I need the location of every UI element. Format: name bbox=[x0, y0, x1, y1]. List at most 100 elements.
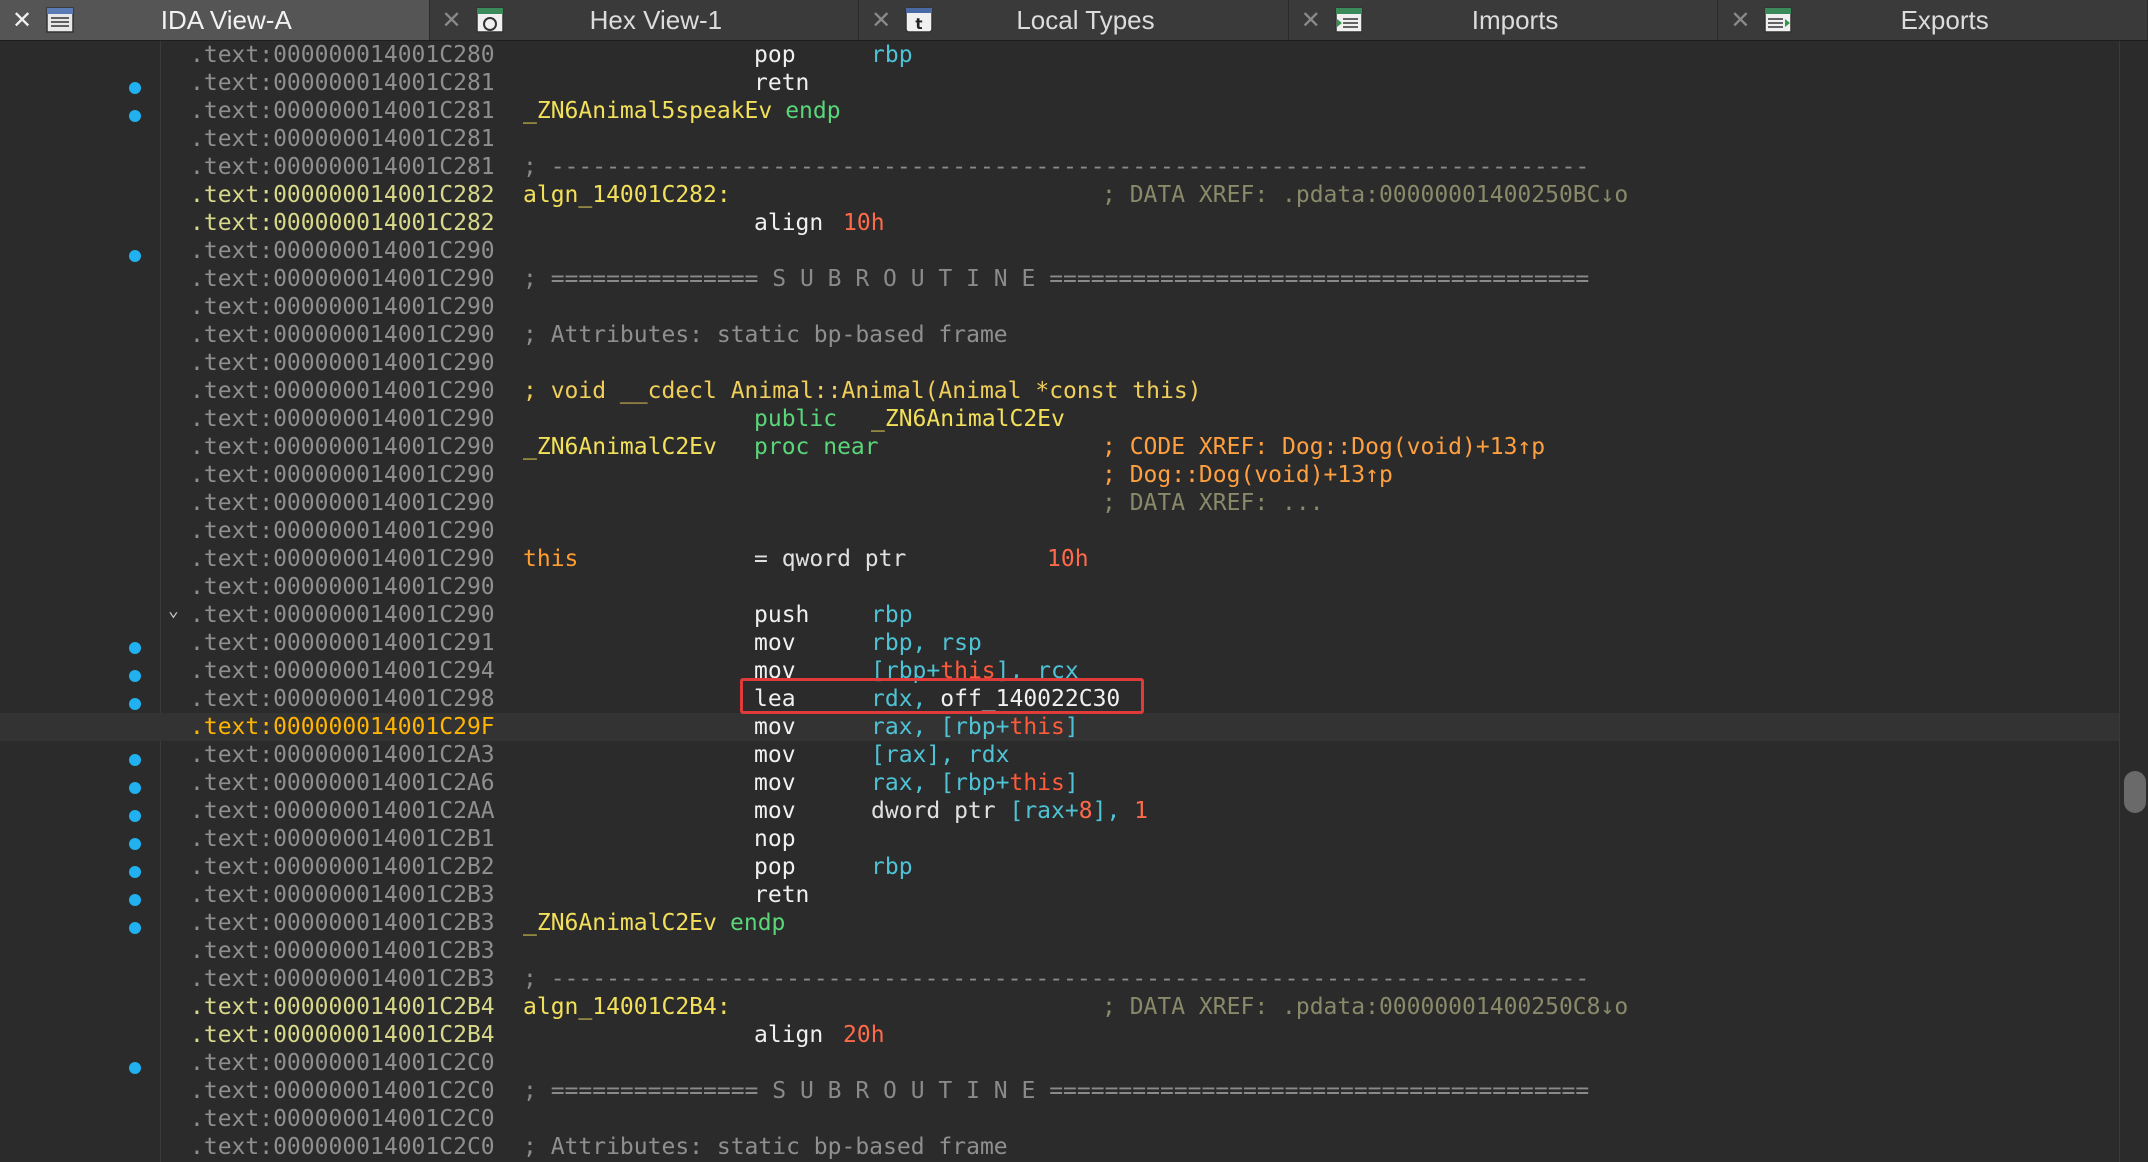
address[interactable]: .text:000000014001C2A3 bbox=[190, 741, 495, 769]
function-prototype[interactable]: ; void __cdecl Animal::Animal(Animal *co… bbox=[523, 377, 1202, 405]
code-xref-comment[interactable]: ; Dog::Dog(void)+13↑p bbox=[1102, 461, 1393, 489]
mnemonic[interactable]: mov bbox=[754, 769, 796, 797]
address[interactable]: .text:000000014001C2C0 bbox=[190, 1077, 495, 1105]
address[interactable]: .text:000000014001C2B4 bbox=[190, 1021, 495, 1049]
listing-line[interactable]: .text:000000014001C2C0 ; Attributes: stat… bbox=[0, 1133, 2120, 1161]
scrollbar-thumb[interactable] bbox=[2124, 771, 2146, 813]
disassembly-listing[interactable]: .text:000000014001C280 pop rbp .text:000000… bbox=[0, 41, 2120, 1162]
tab-local-types[interactable]: ✕ t Local Types bbox=[859, 0, 1289, 40]
mnemonic[interactable]: mov bbox=[754, 741, 796, 769]
address[interactable]: .text:000000014001C2B1 bbox=[190, 825, 495, 853]
close-icon[interactable]: ✕ bbox=[1289, 0, 1333, 40]
stack-var-name[interactable]: this bbox=[523, 545, 578, 573]
listing-line[interactable]: .text:000000014001C282 algn_14001C282: ; D… bbox=[0, 181, 2120, 209]
address[interactable]: .text:000000014001C2B4 bbox=[190, 993, 495, 1021]
listing-line[interactable]: .text:000000014001C290 _ZN6AnimalC2Ev proc… bbox=[0, 433, 2120, 461]
listing-line[interactable]: .text:000000014001C2C0 bbox=[0, 1105, 2120, 1133]
address[interactable]: .text:000000014001C2B3 bbox=[190, 881, 495, 909]
close-icon[interactable]: ✕ bbox=[1718, 0, 1762, 40]
listing-line[interactable]: .text:000000014001C280 pop rbp bbox=[0, 41, 2120, 69]
code-label[interactable]: algn_14001C282: bbox=[523, 181, 731, 209]
listing-line[interactable]: .text:000000014001C281 bbox=[0, 125, 2120, 153]
mnemonic[interactable]: pop bbox=[754, 853, 796, 881]
listing-line[interactable]: .text:000000014001C2B2 pop rbp bbox=[0, 853, 2120, 881]
address[interactable]: .text:000000014001C290 bbox=[190, 349, 495, 377]
operands[interactable]: rbp, rsp bbox=[871, 629, 982, 657]
address[interactable]: .text:000000014001C290 bbox=[190, 489, 495, 517]
address[interactable]: .text:000000014001C290 bbox=[190, 601, 495, 629]
var-definition[interactable]: = qword ptr bbox=[754, 545, 934, 573]
address[interactable]: .text:000000014001C2AA bbox=[190, 797, 495, 825]
listing-line[interactable]: .text:000000014001C2B3 bbox=[0, 937, 2120, 965]
listing-line[interactable]: .text:000000014001C29F mov rax, [rbp+this] bbox=[0, 713, 2120, 741]
listing-line[interactable]: .text:000000014001C290 ; Dog::Dog(void)+1… bbox=[0, 461, 2120, 489]
separator-comment[interactable]: ; =============== S U B R O U T I N E ==… bbox=[523, 265, 1589, 293]
address[interactable]: .text:000000014001C281 bbox=[190, 125, 495, 153]
listing-line[interactable]: .text:000000014001C2A3 mov [rax], rdx bbox=[0, 741, 2120, 769]
address[interactable]: .text:000000014001C290 bbox=[190, 573, 495, 601]
listing-line[interactable]: .text:000000014001C290 bbox=[0, 517, 2120, 545]
mnemonic[interactable]: align bbox=[754, 1021, 823, 1049]
mnemonic[interactable]: pop bbox=[754, 41, 796, 69]
mnemonic[interactable]: align bbox=[754, 209, 823, 237]
listing-line[interactable]: .text:000000014001C2B3 _ZN6AnimalC2Ev endp bbox=[0, 909, 2120, 937]
stack-var-ref[interactable]: this bbox=[1009, 714, 1064, 740]
address[interactable]: .text:000000014001C282 bbox=[190, 181, 495, 209]
immediate-value[interactable]: 10h bbox=[843, 209, 885, 237]
xref-comment[interactable]: ; DATA XREF: ... bbox=[1102, 489, 1324, 517]
address[interactable]: .text:000000014001C290 bbox=[190, 321, 495, 349]
code-label[interactable]: _ZN6AnimalC2Ev bbox=[523, 433, 717, 461]
listing-line[interactable]: .text:000000014001C290 ; DATA XREF: ... bbox=[0, 489, 2120, 517]
endp-keyword[interactable]: endp bbox=[730, 909, 785, 937]
operands[interactable]: rax, [rbp+this] bbox=[871, 769, 1079, 797]
listing-line[interactable]: .text:000000014001C2B3 ; ----------------… bbox=[0, 965, 2120, 993]
mnemonic[interactable]: mov bbox=[754, 629, 796, 657]
operand-part[interactable]: [rax+ bbox=[1009, 798, 1078, 824]
code-xref-comment[interactable]: ; CODE XREF: Dog::Dog(void)+13↑p bbox=[1102, 433, 1545, 461]
directive[interactable]: proc near bbox=[754, 433, 879, 461]
code-label[interactable]: algn_14001C2B4: bbox=[523, 993, 731, 1021]
address[interactable]: .text:000000014001C2B2 bbox=[190, 853, 495, 881]
mnemonic[interactable]: nop bbox=[754, 825, 796, 853]
address[interactable]: .text:000000014001C290 bbox=[190, 461, 495, 489]
mnemonic[interactable]: push bbox=[754, 601, 809, 629]
operand-part[interactable]: rax, [rbp+ bbox=[871, 770, 1009, 796]
listing-line[interactable]: .text:000000014001C290 this = qword ptr 10… bbox=[0, 545, 2120, 573]
listing-line[interactable]: .text:000000014001C2B1 nop bbox=[0, 825, 2120, 853]
fold-chevron-icon[interactable]: ⌄ bbox=[168, 600, 179, 621]
operands[interactable]: rbp bbox=[871, 853, 913, 881]
operand-part[interactable]: dword ptr bbox=[871, 798, 1009, 824]
address[interactable]: .text:000000014001C290 bbox=[190, 433, 495, 461]
directive[interactable]: public bbox=[754, 405, 837, 433]
address[interactable]: .text:000000014001C290 bbox=[190, 293, 495, 321]
address[interactable]: .text:000000014001C2B3 bbox=[190, 937, 495, 965]
listing-line[interactable]: .text:000000014001C281 _ZN6Animal5speakEv… bbox=[0, 97, 2120, 125]
listing-line[interactable]: .text:000000014001C290 push rbp bbox=[0, 601, 2120, 629]
mnemonic[interactable]: retn bbox=[754, 881, 809, 909]
listing-line[interactable]: .text:000000014001C290 public _ZN6AnimalC2… bbox=[0, 405, 2120, 433]
address[interactable]: .text:000000014001C290 bbox=[190, 517, 495, 545]
endp-keyword[interactable]: endp bbox=[785, 97, 840, 125]
operand-part[interactable]: 1 bbox=[1134, 798, 1148, 824]
operand-part[interactable]: ] bbox=[1065, 770, 1079, 796]
separator-comment[interactable]: ; --------------------------------------… bbox=[523, 965, 1589, 993]
operand-part[interactable]: 8 bbox=[1079, 798, 1093, 824]
address[interactable]: .text:000000014001C2C0 bbox=[190, 1133, 495, 1161]
address[interactable]: .text:000000014001C294 bbox=[190, 657, 495, 685]
vertical-scrollbar[interactable] bbox=[2119, 41, 2148, 1162]
address[interactable]: .text:000000014001C2B3 bbox=[190, 909, 495, 937]
listing-line[interactable]: .text:000000014001C282 align 10h bbox=[0, 209, 2120, 237]
address[interactable]: .text:000000014001C2B3 bbox=[190, 965, 495, 993]
tab-hex-view-1[interactable]: ✕ Hex View-1 bbox=[430, 0, 860, 40]
address[interactable]: .text:000000014001C290 bbox=[190, 405, 495, 433]
address[interactable]: .text:000000014001C2C0 bbox=[190, 1049, 495, 1077]
tab-imports[interactable]: ✕ Imports bbox=[1289, 0, 1719, 40]
separator-comment[interactable]: ; --------------------------------------… bbox=[523, 153, 1589, 181]
listing-line[interactable]: .text:000000014001C281 ; ----------------… bbox=[0, 153, 2120, 181]
tab-ida-view-a[interactable]: ✕ IDA View-A bbox=[0, 0, 430, 40]
listing-line[interactable]: .text:000000014001C290 bbox=[0, 573, 2120, 601]
listing-line[interactable]: .text:000000014001C2A6 mov rax, [rbp+this] bbox=[0, 769, 2120, 797]
listing-line[interactable]: .text:000000014001C2C0 bbox=[0, 1049, 2120, 1077]
operands[interactable]: [rax], rdx bbox=[871, 741, 1009, 769]
listing-line[interactable]: .text:000000014001C290 bbox=[0, 293, 2120, 321]
